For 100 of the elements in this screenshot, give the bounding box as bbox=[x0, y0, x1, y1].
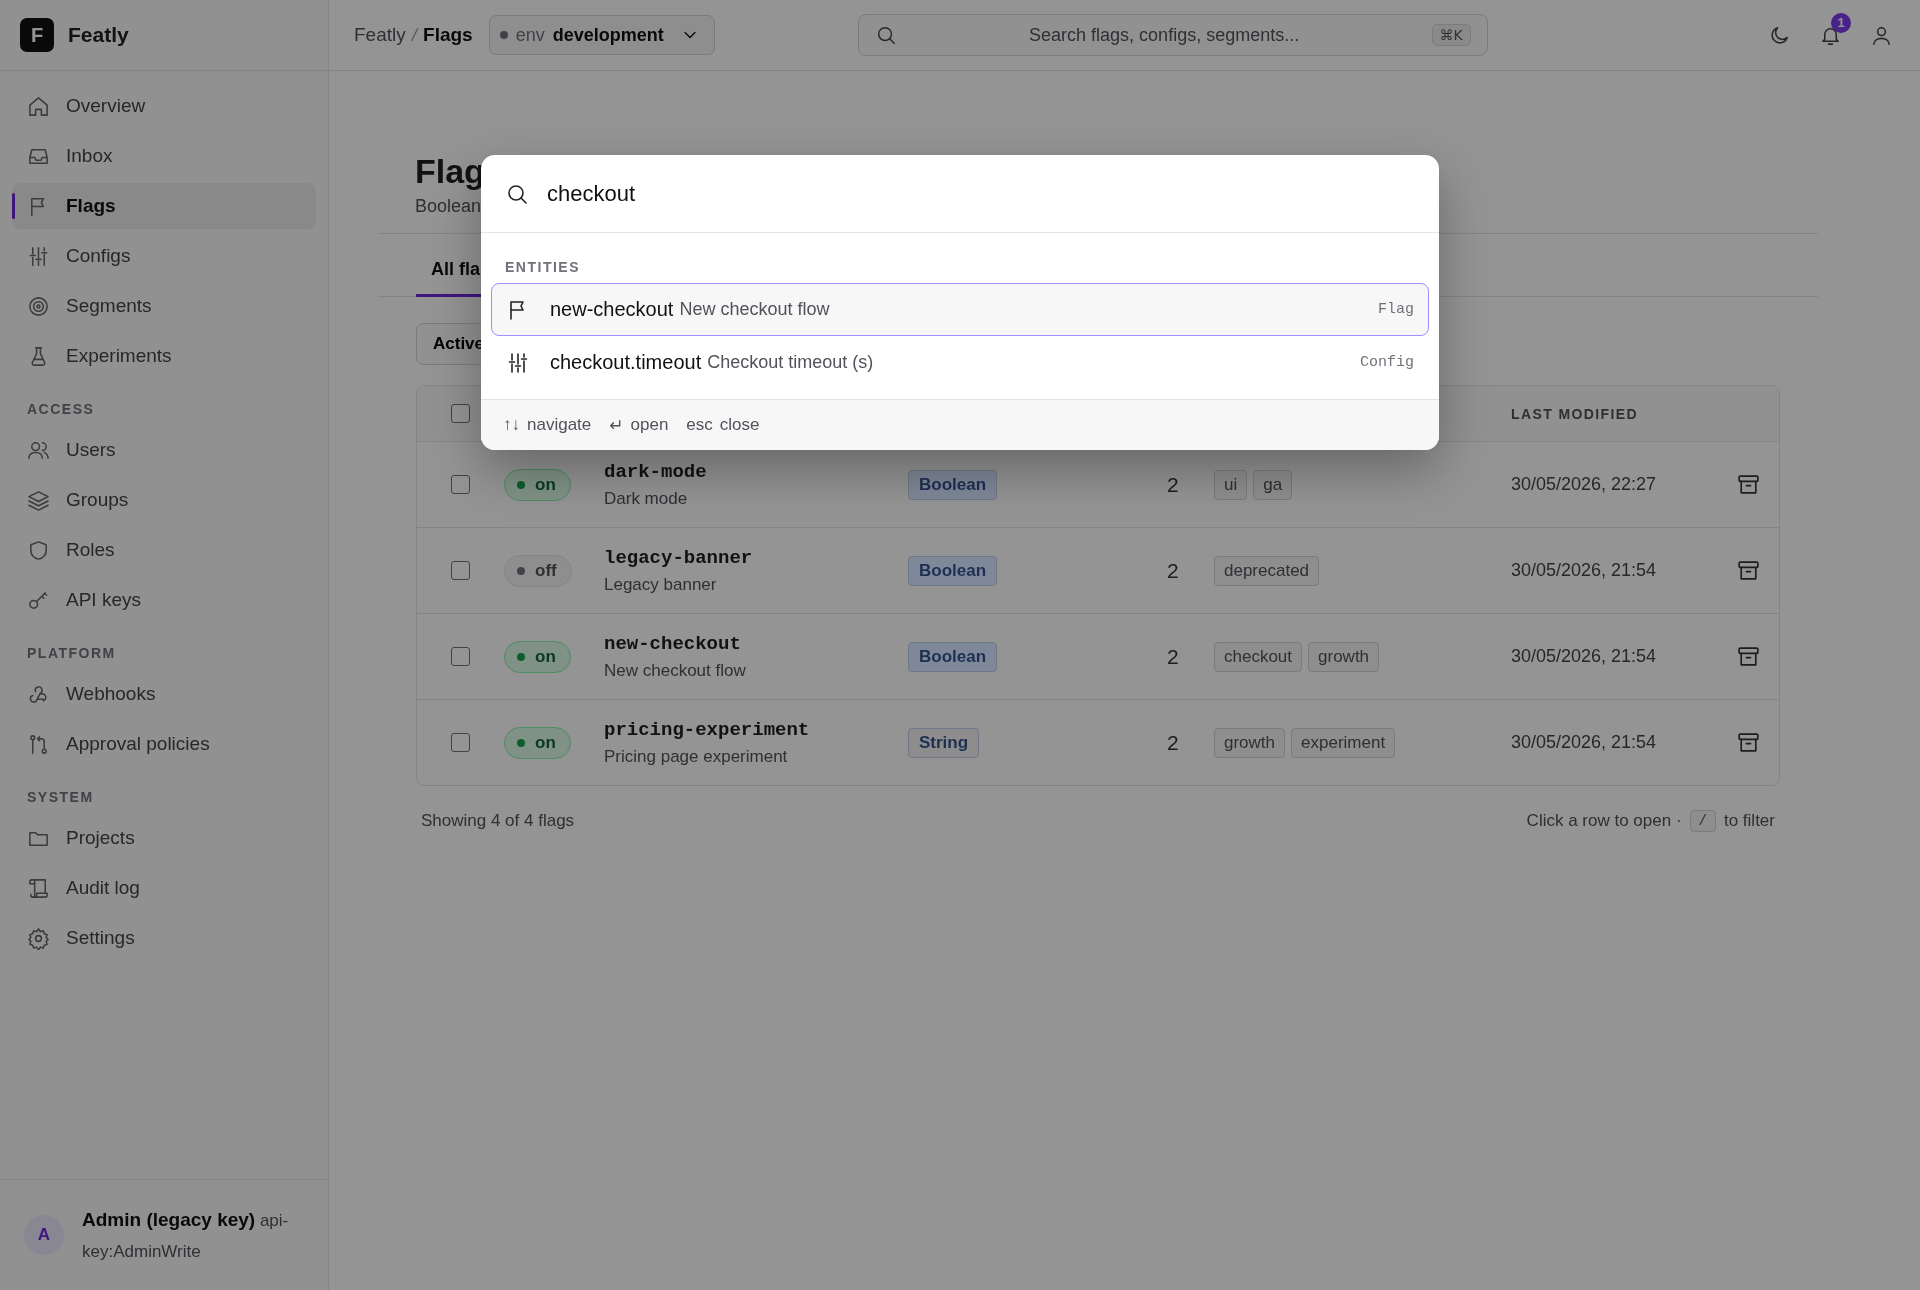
tag: ui bbox=[1214, 469, 1248, 500]
sidebar-item[interactable]: Segments bbox=[12, 283, 316, 329]
archive-icon bbox=[1736, 558, 1761, 583]
archive-icon bbox=[1736, 472, 1761, 497]
sidebar-item[interactable]: Roles bbox=[12, 527, 316, 573]
key-hint: esc bbox=[686, 415, 713, 435]
sidebar-item[interactable]: Webhooks bbox=[12, 671, 316, 717]
settings-icon bbox=[27, 926, 50, 950]
modified-date: 30/05/2026, 21:54 bbox=[1511, 732, 1657, 753]
variant-count: 2 bbox=[1167, 558, 1179, 583]
archive-button[interactable] bbox=[1736, 558, 1761, 583]
section-heading: PLATFORM bbox=[26, 644, 117, 663]
archive-button[interactable] bbox=[1736, 644, 1761, 669]
logo-mark: F bbox=[20, 18, 54, 52]
shortcut-key: ⌘K bbox=[1431, 24, 1471, 46]
sidebar-item[interactable]: Groups bbox=[12, 477, 316, 523]
archive-icon bbox=[1736, 644, 1761, 669]
sidebar-item[interactable]: Users bbox=[12, 427, 316, 473]
variant-count: 2 bbox=[1167, 730, 1179, 755]
result-name: new-checkout bbox=[550, 298, 674, 321]
hint-label: open bbox=[630, 414, 669, 436]
breadcrumb-link[interactable]: Featly bbox=[354, 24, 406, 46]
home-icon bbox=[27, 94, 50, 118]
key-hint: ↑↓ bbox=[503, 415, 520, 435]
result-type: Config bbox=[1360, 354, 1414, 371]
search-result[interactable]: new-checkout New checkout flow Flag bbox=[491, 283, 1429, 336]
sliders-icon bbox=[506, 350, 530, 375]
flag-description: Dark mode bbox=[604, 488, 688, 509]
result-count: Showing 4 of 4 flags bbox=[421, 811, 575, 831]
status-toggle[interactable]: off bbox=[504, 554, 572, 587]
avatar: A bbox=[24, 1215, 64, 1255]
environment-select[interactable]: env development bbox=[488, 15, 715, 55]
result-description: Checkout timeout (s) bbox=[707, 352, 874, 373]
row-checkbox[interactable] bbox=[451, 561, 470, 580]
shield-icon bbox=[27, 538, 50, 562]
tag: growth bbox=[1214, 727, 1286, 758]
scroll-icon bbox=[27, 876, 50, 900]
hint-label: close bbox=[719, 415, 760, 435]
archive-icon bbox=[1736, 730, 1761, 755]
key-hint: ↵ bbox=[609, 414, 624, 436]
breadcrumb-separator: / bbox=[411, 24, 418, 46]
notification-count: 1 bbox=[1831, 12, 1851, 33]
select-all-checkbox[interactable] bbox=[451, 404, 470, 423]
type-label: Boolean bbox=[908, 555, 998, 586]
flag-description: Legacy banner bbox=[604, 574, 717, 595]
page-subtitle: Boolean bbox=[415, 196, 483, 217]
modified-date: 30/05/2026, 22:27 bbox=[1511, 474, 1657, 495]
sidebar-item[interactable]: Flags bbox=[12, 183, 316, 229]
section-heading: SYSTEM bbox=[26, 788, 95, 807]
section-heading: ACCESS bbox=[26, 400, 96, 419]
type-label: Boolean bbox=[908, 641, 998, 672]
flag-description: Pricing page experiment bbox=[604, 746, 788, 767]
app-name: Featly bbox=[68, 23, 129, 47]
result-description: New checkout flow bbox=[679, 299, 830, 320]
sidebar-item[interactable]: Configs bbox=[12, 233, 316, 279]
sidebar-item[interactable]: Experiments bbox=[12, 333, 316, 379]
branch-icon bbox=[27, 732, 50, 756]
sliders-icon bbox=[27, 244, 50, 268]
breadcrumb-link[interactable]: Flags bbox=[423, 24, 473, 46]
tag: experiment bbox=[1291, 727, 1396, 758]
row-checkbox[interactable] bbox=[451, 733, 470, 752]
sidebar-item[interactable]: Inbox bbox=[12, 133, 316, 179]
user-label: Admin (legacy key) api-key:AdminWrite bbox=[82, 1207, 290, 1263]
sidebar-item[interactable]: Projects bbox=[12, 815, 316, 861]
row-checkbox[interactable] bbox=[451, 475, 470, 494]
type-label: String bbox=[908, 727, 980, 758]
hint-text: to filter bbox=[1723, 811, 1775, 831]
page-title: Flag bbox=[415, 151, 486, 192]
flag-key: legacy-banner bbox=[604, 546, 753, 569]
tag: checkout bbox=[1214, 641, 1303, 672]
modified-date: 30/05/2026, 21:54 bbox=[1511, 646, 1657, 667]
flag-key: pricing-experiment bbox=[604, 718, 810, 741]
variant-count: 2 bbox=[1167, 644, 1179, 669]
flag-description: New checkout flow bbox=[604, 660, 746, 681]
status-toggle[interactable]: on bbox=[504, 640, 571, 673]
result-name: checkout.timeout bbox=[550, 351, 702, 374]
status-dot bbox=[499, 31, 508, 39]
modified-date: 30/05/2026, 21:54 bbox=[1511, 560, 1657, 581]
row-checkbox[interactable] bbox=[451, 647, 470, 666]
type-label: Boolean bbox=[908, 469, 998, 500]
sidebar-item[interactable]: Settings bbox=[12, 915, 316, 961]
sidebar-item[interactable]: API keys bbox=[12, 577, 316, 623]
sidebar-item[interactable]: Overview bbox=[12, 83, 316, 129]
variant-count: 2 bbox=[1167, 472, 1179, 497]
archive-button[interactable] bbox=[1736, 472, 1761, 497]
status-toggle[interactable]: on bbox=[504, 726, 571, 759]
hint-label: navigate bbox=[527, 415, 592, 435]
tag: deprecated bbox=[1214, 555, 1320, 586]
sidebar-item[interactable]: Approval policies bbox=[12, 721, 316, 767]
status-toggle[interactable]: on bbox=[504, 468, 571, 501]
section-heading: ENTITIES bbox=[504, 259, 581, 277]
hint-text: Click a row to open · bbox=[1526, 811, 1682, 831]
sidebar-item[interactable]: Audit log bbox=[12, 865, 316, 911]
tag: ga bbox=[1253, 469, 1293, 500]
flag-key: new-checkout bbox=[604, 632, 741, 655]
search-field[interactable]: Search flags, configs, segments... ⌘K bbox=[857, 14, 1488, 56]
result-type: Flag bbox=[1378, 301, 1414, 318]
column-header: LAST MODIFIED bbox=[1511, 405, 1639, 422]
search-input[interactable]: checkout bbox=[547, 180, 1415, 207]
archive-button[interactable] bbox=[1736, 730, 1761, 755]
